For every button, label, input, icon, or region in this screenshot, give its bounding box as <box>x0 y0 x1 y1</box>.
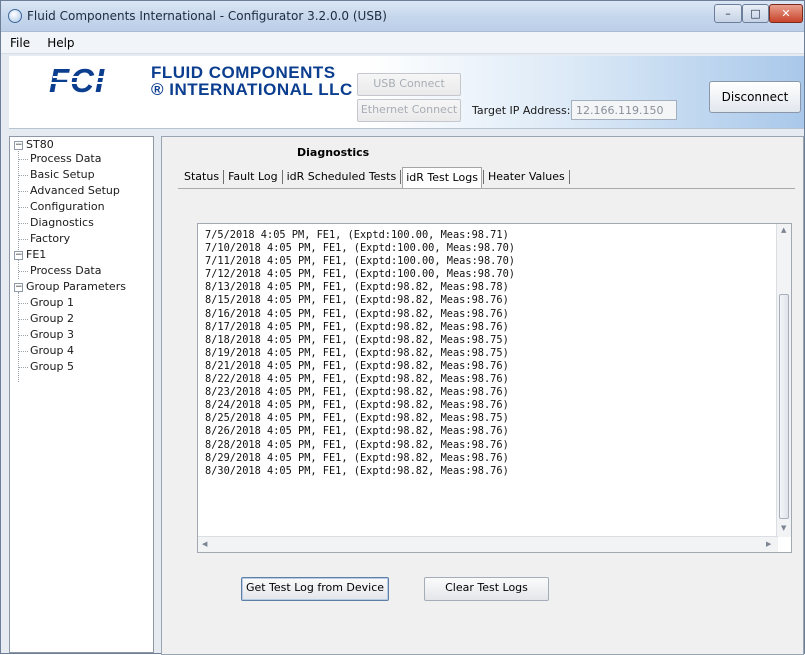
app-window: Fluid Components International - Configu… <box>0 0 805 655</box>
menu-bar: File Help <box>1 32 804 54</box>
usb-connect-button[interactable]: USB Connect <box>357 73 461 96</box>
diagnostics-title: Diagnostics <box>297 146 370 159</box>
tab-heater-values[interactable]: Heater Values <box>485 166 568 188</box>
tab-separator <box>568 170 570 184</box>
tree-branch <box>19 319 28 320</box>
tree-connector <box>18 292 19 382</box>
tree-node-group-5[interactable]: Group 5 <box>30 359 74 375</box>
tab-idr-scheduled-tests[interactable]: idR Scheduled Tests <box>284 166 400 188</box>
tab-fault-log[interactable]: Fault Log <box>225 166 281 188</box>
diagnostics-tabs: Status Fault Log idR Scheduled Tests idR Te… <box>181 166 571 188</box>
vertical-scrollbar[interactable]: ▲ ▼ <box>776 224 791 537</box>
vertical-scroll-thumb[interactable] <box>779 294 789 519</box>
tab-separator <box>281 170 283 184</box>
tree-branch <box>19 191 28 192</box>
tree-branch <box>19 175 28 176</box>
test-log-text: 7/5/2018 4:05 PM, FE1, (Exptd:100.00, Me… <box>205 229 515 477</box>
menu-file[interactable]: File <box>4 33 36 50</box>
tree-node-fe1-process-data[interactable]: Process Data <box>30 263 102 279</box>
tree-branch <box>19 239 28 240</box>
tab-separator <box>400 170 402 184</box>
tree-node-factory[interactable]: Factory <box>30 231 70 247</box>
ethernet-connect-button[interactable]: Ethernet Connect <box>357 99 461 122</box>
tree-node-configuration[interactable]: Configuration <box>30 199 105 215</box>
tree-node-basic-setup[interactable]: Basic Setup <box>30 167 95 183</box>
window-title: Fluid Components International - Configu… <box>27 9 387 23</box>
close-button[interactable]: ✕ <box>769 4 803 23</box>
tree-node-advanced-setup[interactable]: Advanced Setup <box>30 183 120 199</box>
tree-node-process-data[interactable]: Process Data <box>30 151 102 167</box>
fci-logo-text: FCI <box>49 64 105 96</box>
scroll-up-icon[interactable]: ▲ <box>781 226 786 234</box>
tree-branch <box>19 207 28 208</box>
clear-test-logs-button[interactable]: Clear Test Logs <box>424 577 549 601</box>
collapse-group-parameters-icon[interactable]: − <box>14 283 23 292</box>
title-bar[interactable]: Fluid Components International - Configu… <box>1 1 804 32</box>
horizontal-scrollbar[interactable]: ◀ ▶ <box>198 536 778 552</box>
scroll-down-icon[interactable]: ▼ <box>781 524 786 532</box>
tree-branch <box>19 159 28 160</box>
tree-branch <box>19 351 28 352</box>
menu-help[interactable]: Help <box>41 33 80 50</box>
tree-branch <box>19 271 28 272</box>
tree-node-group-2[interactable]: Group 2 <box>30 311 74 327</box>
logo-line-2: ® INTERNATIONAL LLC <box>151 80 353 99</box>
scroll-left-icon[interactable]: ◀ <box>202 540 207 548</box>
tab-status[interactable]: Status <box>181 166 222 188</box>
minimize-button[interactable]: – <box>714 4 742 23</box>
tree-node-diagnostics[interactable]: Diagnostics <box>30 215 94 231</box>
tree-branch <box>19 367 28 368</box>
tree-node-group-3[interactable]: Group 3 <box>30 327 74 343</box>
scroll-right-icon[interactable]: ▶ <box>766 540 771 548</box>
tree-branch <box>19 223 28 224</box>
tab-separator <box>223 170 225 184</box>
tree-node-group-4[interactable]: Group 4 <box>30 343 74 359</box>
tree-node-fe1[interactable]: FE1 <box>26 247 46 263</box>
tab-idr-test-logs[interactable]: idR Test Logs <box>402 167 482 188</box>
maximize-button[interactable]: □ <box>742 4 769 23</box>
header-banner: FCI FLUID COMPONENTS ® INTERNATIONAL LLC… <box>9 56 804 129</box>
tree-branch <box>19 335 28 336</box>
navigation-tree: − ST80 Process Data Basic Setup Advanced… <box>9 136 154 653</box>
fci-logo-mark: FCI <box>49 64 133 96</box>
tree-node-group-parameters[interactable]: Group Parameters <box>26 279 126 295</box>
test-log-textbox[interactable]: 7/5/2018 4:05 PM, FE1, (Exptd:100.00, Me… <box>197 223 792 553</box>
tab-separator <box>482 170 484 184</box>
collapse-st80-icon[interactable]: − <box>14 141 23 150</box>
app-icon <box>8 9 22 23</box>
get-test-log-button[interactable]: Get Test Log from Device <box>241 577 389 601</box>
target-ip-input[interactable]: 12.166.119.150 <box>571 100 677 120</box>
collapse-fe1-icon[interactable]: − <box>14 251 23 260</box>
tree-connector <box>18 259 19 279</box>
target-ip-label: Target IP Address: <box>472 104 571 117</box>
tree-branch <box>19 303 28 304</box>
disconnect-button[interactable]: Disconnect <box>709 81 801 113</box>
tree-node-group-1[interactable]: Group 1 <box>30 295 74 311</box>
